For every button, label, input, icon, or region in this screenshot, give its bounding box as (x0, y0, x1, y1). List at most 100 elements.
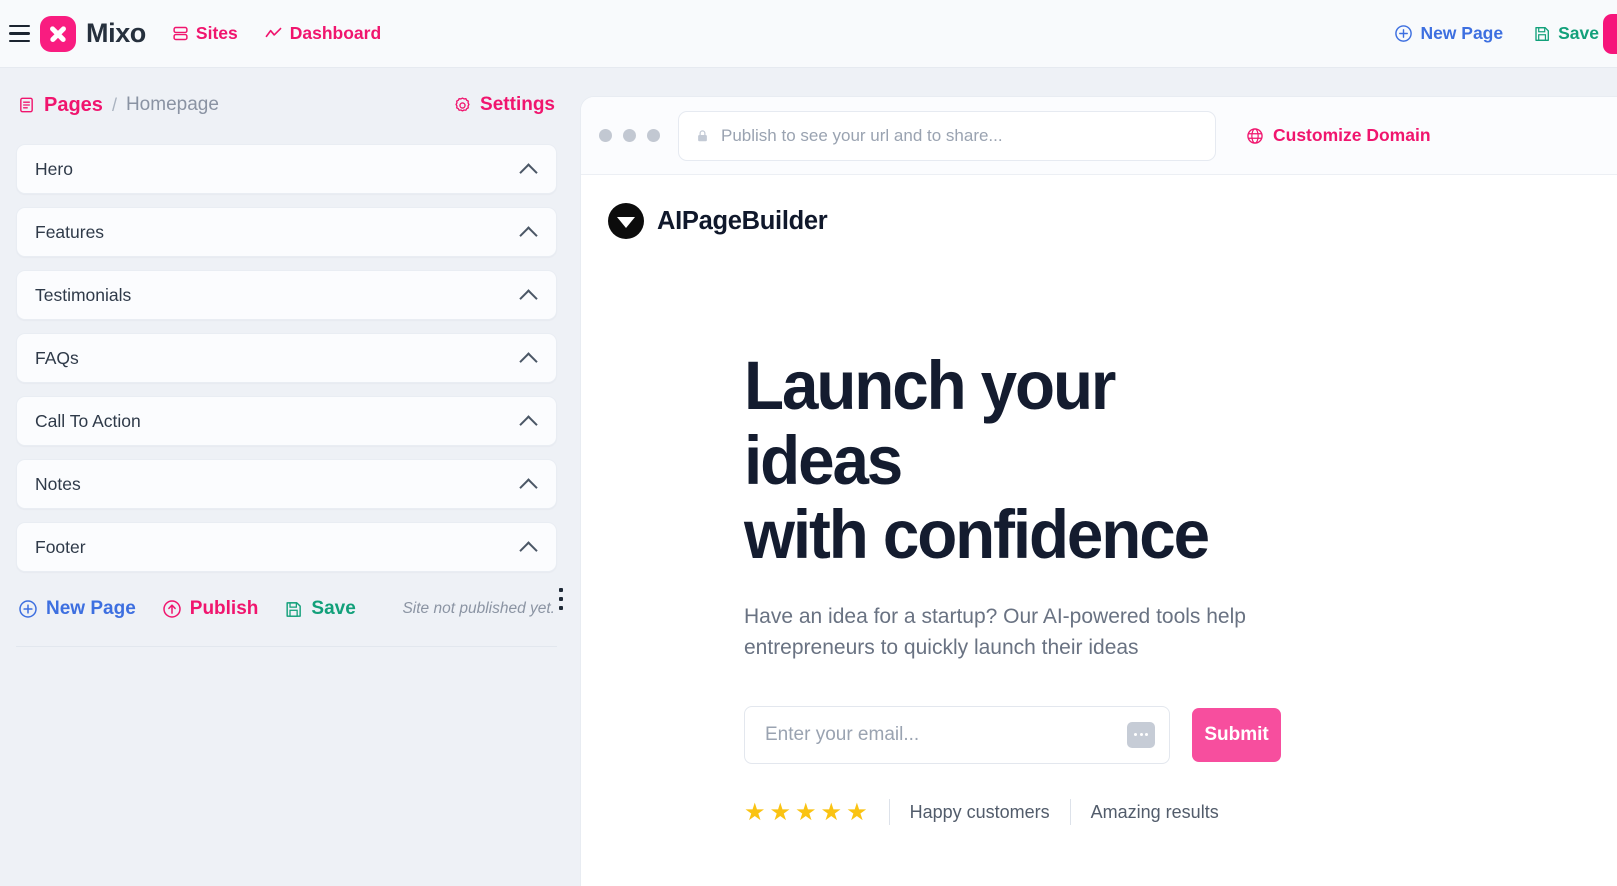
x-logo-icon (40, 15, 76, 52)
url-placeholder-text: Publish to see your url and to share... (721, 125, 1003, 145)
side-drawer-toggle[interactable] (1603, 14, 1617, 54)
hero-signup-form: Enter your email... Submit (744, 705, 1281, 764)
section-label: Features (35, 221, 105, 242)
site-brand-name: AIPageBuilder (657, 206, 828, 235)
nav-label-sites: Sites (195, 23, 238, 43)
chevron-up-icon[interactable] (520, 412, 538, 430)
breadcrumb-pages-link[interactable]: Pages (18, 94, 103, 117)
star-icon: ★ (769, 798, 793, 826)
chart-line-icon (265, 27, 282, 38)
section-label: Footer (35, 536, 86, 557)
brand-name: Mixo (86, 18, 146, 48)
hamburger-bar (8, 39, 30, 43)
url-input[interactable]: Publish to see your url and to share... (678, 110, 1216, 161)
site-logo[interactable]: AIPageBuilder (581, 175, 1617, 239)
triangle-shape (617, 216, 635, 228)
sidebar-save-button[interactable]: Save (284, 598, 356, 620)
hero-subheading: Have an idea for a startup? Our AI-power… (744, 604, 1246, 660)
new-page-label: New Page (1420, 23, 1504, 43)
sidebar-new-page-button[interactable]: New Page (18, 598, 136, 620)
publish-button[interactable]: Publish (162, 598, 259, 620)
sidebar: Pages / Homepage Settings Hero Features … (0, 68, 573, 886)
floppy-disk-icon (1535, 26, 1550, 41)
star-icon: ★ (846, 798, 869, 826)
chevron-up-icon[interactable] (520, 223, 538, 241)
plus-circle-icon (19, 600, 37, 618)
header-actions: New Page Save (1394, 23, 1599, 44)
customize-domain-label: Customize Domain (1273, 125, 1431, 145)
sidebar-section-features[interactable]: Features (16, 207, 557, 257)
chevron-up-icon[interactable] (520, 286, 538, 304)
publish-label: Publish (189, 598, 259, 619)
hamburger-bar (8, 32, 30, 35)
upload-circle-icon (163, 600, 181, 618)
sidebar-section-footer[interactable]: Footer (16, 522, 557, 572)
nav-item-sites[interactable]: Sites (172, 23, 238, 44)
nav-label-dashboard: Dashboard (289, 23, 382, 43)
site-preview-canvas: AIPageBuilder Launch your ideas with con… (581, 175, 1617, 886)
star-icon: ★ (795, 798, 818, 826)
nav-item-dashboard[interactable]: Dashboard (264, 23, 381, 44)
gear-icon (455, 96, 470, 112)
sidebar-new-page-label: New Page (46, 598, 136, 619)
hero-section: Launch your ideas with confidence Have a… (581, 239, 1281, 827)
proof-item-amazing-results: Amazing results (1090, 801, 1219, 822)
chevron-up-icon[interactable] (520, 538, 538, 556)
settings-label: Settings (480, 94, 555, 115)
breadcrumb: Pages / Homepage Settings (16, 68, 557, 142)
hamburger-icon[interactable] (2, 17, 36, 51)
proof-item-happy-customers: Happy customers (909, 801, 1050, 822)
plus-circle-icon (1395, 25, 1413, 42)
email-placeholder-text: Enter your email... (765, 723, 920, 745)
sidebar-section-hero[interactable]: Hero (16, 144, 557, 194)
sidebar-section-testimonials[interactable]: Testimonials (16, 270, 557, 320)
lock-icon (698, 129, 707, 141)
star-icon: ★ (820, 798, 844, 826)
star-icon: ★ (744, 798, 767, 826)
vertical-dots-handle[interactable] (559, 588, 563, 610)
divider (1069, 799, 1071, 826)
chevron-up-icon[interactable] (520, 160, 538, 178)
sidebar-divider (16, 646, 557, 647)
social-proof-row: ★ ★ ★ ★ ★ Happy customers Amazing result… (744, 798, 1281, 827)
customize-domain-button[interactable]: Customize Domain (1246, 125, 1431, 146)
ellipsis-dot (1134, 733, 1138, 737)
ellipsis-dot (1139, 733, 1143, 737)
hero-heading-line2: with confidence (744, 496, 1210, 574)
submit-button[interactable]: Submit (1192, 707, 1281, 762)
chevron-up-icon[interactable] (520, 475, 538, 493)
publish-status-text: Site not published yet. (402, 600, 555, 617)
save-button[interactable]: Save (1533, 23, 1599, 44)
section-label: FAQs (35, 347, 79, 368)
pages-list-icon (20, 97, 33, 113)
sidebar-action-bar: New Page Publish Save Site not published… (16, 572, 557, 620)
sidebar-section-notes[interactable]: Notes (16, 459, 557, 509)
sidebar-section-faqs[interactable]: FAQs (16, 333, 557, 383)
app-header: Mixo Sites Dashboard New Page Save (0, 0, 1617, 68)
hamburger-bar (8, 24, 30, 28)
sidebar-save-label: Save (311, 598, 356, 619)
floppy-disk-icon (286, 601, 302, 617)
ellipsis-dot (1145, 733, 1149, 737)
chevron-up-icon[interactable] (520, 349, 538, 367)
new-page-button[interactable]: New Page (1394, 23, 1503, 44)
hero-heading: Launch your ideas with confidence (744, 348, 1254, 574)
section-label: Notes (35, 473, 81, 494)
sites-icon (173, 26, 188, 41)
ellipsis-icon[interactable] (1127, 721, 1156, 748)
window-dots (599, 129, 660, 142)
brand-logo[interactable]: Mixo (40, 15, 146, 52)
save-label: Save (1558, 23, 1599, 43)
settings-button[interactable]: Settings (453, 94, 555, 116)
handle-dot (559, 588, 563, 592)
preview-panel: Publish to see your url and to share... … (580, 96, 1617, 886)
star-rating: ★ ★ ★ ★ ★ (744, 798, 869, 827)
divider (888, 799, 890, 826)
handle-dot (559, 597, 563, 601)
email-field[interactable]: Enter your email... (744, 705, 1171, 764)
breadcrumb-current-page: Homepage (125, 94, 219, 115)
down-triangle-circle-icon (608, 203, 644, 239)
sidebar-section-call-to-action[interactable]: Call To Action (16, 396, 557, 446)
breadcrumb-separator: / (111, 94, 117, 115)
section-label: Testimonials (35, 284, 132, 305)
